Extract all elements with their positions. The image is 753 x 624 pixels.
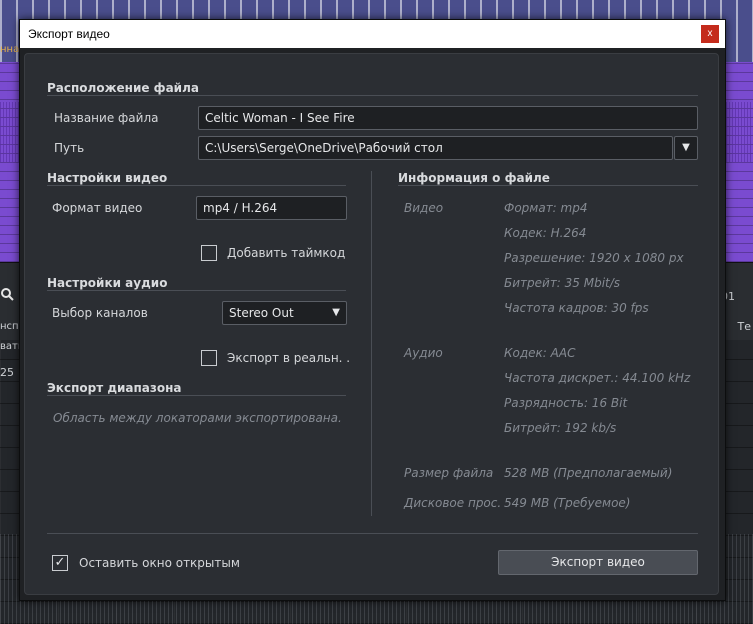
disk-space-label: Дисковое прос. — [404, 496, 502, 510]
timecode-label: Добавить таймкод — [227, 246, 346, 260]
video-info-item: Битрейт: 35 Mbit/s — [504, 276, 621, 290]
video-format-label: Формат видео — [52, 201, 143, 215]
section-divider — [47, 185, 346, 186]
window-title: Экспорт видео — [28, 27, 110, 41]
section-divider — [47, 290, 346, 291]
realtime-export-checkbox[interactable] — [201, 350, 217, 366]
chevron-down-icon: ▼ — [682, 142, 690, 153]
export-video-dialog: Экспорт видео x Расположение файла Назва… — [19, 19, 726, 601]
audio-info-item: Разрядность: 16 Bit — [504, 396, 628, 410]
video-format-field[interactable]: mp4 / H.264 — [196, 196, 347, 220]
audio-info-item: Частота дискрет.: 44.100 kHz — [504, 371, 691, 385]
video-info-item: Кодек: H.264 — [504, 226, 587, 240]
realtime-export-label: Экспорт в реальн. . — [227, 351, 351, 365]
file-location-heading: Расположение файла — [47, 81, 199, 95]
channels-select[interactable]: Stereo Out ▼ — [222, 301, 347, 325]
title-bar[interactable]: Экспорт видео x — [20, 20, 725, 48]
section-divider — [47, 95, 698, 96]
audio-info-label: Аудио — [404, 346, 443, 360]
audio-info-item: Кодек: AAC — [504, 346, 576, 360]
bg-label: Те — [737, 320, 752, 333]
disk-space-value: 549 MB (Требуемое) — [504, 496, 631, 510]
audio-settings-heading: Настройки аудио — [47, 276, 168, 290]
path-input[interactable]: C:\Users\Serge\OneDrive\Рабочий стол — [198, 136, 673, 160]
video-settings-heading: Настройки видео — [47, 171, 168, 185]
footer-divider — [47, 533, 698, 534]
file-size-value: 528 MB (Предполагаемый) — [504, 466, 673, 480]
dialog-panel: Расположение файла Название файла Celtic… — [24, 53, 719, 595]
channels-select-value: Stereo Out — [229, 306, 294, 320]
export-range-note: Область между локаторами экспортирована. — [53, 411, 342, 425]
section-divider — [398, 185, 698, 186]
close-button[interactable]: x — [701, 25, 719, 43]
column-divider — [371, 171, 372, 516]
section-divider — [47, 395, 346, 396]
audio-info-item: Битрейт: 192 kb/s — [504, 421, 617, 435]
search-icon[interactable] — [0, 287, 20, 305]
channels-label: Выбор каналов — [52, 306, 148, 320]
video-info-label: Видео — [404, 201, 444, 215]
path-label: Путь — [54, 141, 85, 155]
file-info-heading: Информация о файле — [398, 171, 550, 185]
timecode-checkbox[interactable] — [201, 245, 217, 261]
chevron-down-icon: ▼ — [332, 307, 340, 318]
video-info-item: Формат: mp4 — [504, 201, 588, 215]
video-info-item: Разрешение: 1920 x 1080 px — [504, 251, 684, 265]
export-video-button[interactable]: Экспорт видео — [498, 550, 698, 575]
keep-open-label: Оставить окно открытым — [79, 556, 240, 570]
keep-open-checkbox[interactable]: ✓ — [52, 555, 68, 571]
path-dropdown-button[interactable]: ▼ — [674, 136, 698, 160]
video-info-item: Частота кадров: 30 fps — [504, 301, 649, 315]
checkmark-icon: ✓ — [54, 555, 66, 570]
file-name-input[interactable]: Celtic Woman - I See Fire — [198, 106, 698, 130]
file-name-label: Название файла — [54, 111, 159, 125]
export-range-heading: Экспорт диапазона — [47, 381, 182, 395]
file-size-label: Размер файла — [404, 466, 494, 480]
